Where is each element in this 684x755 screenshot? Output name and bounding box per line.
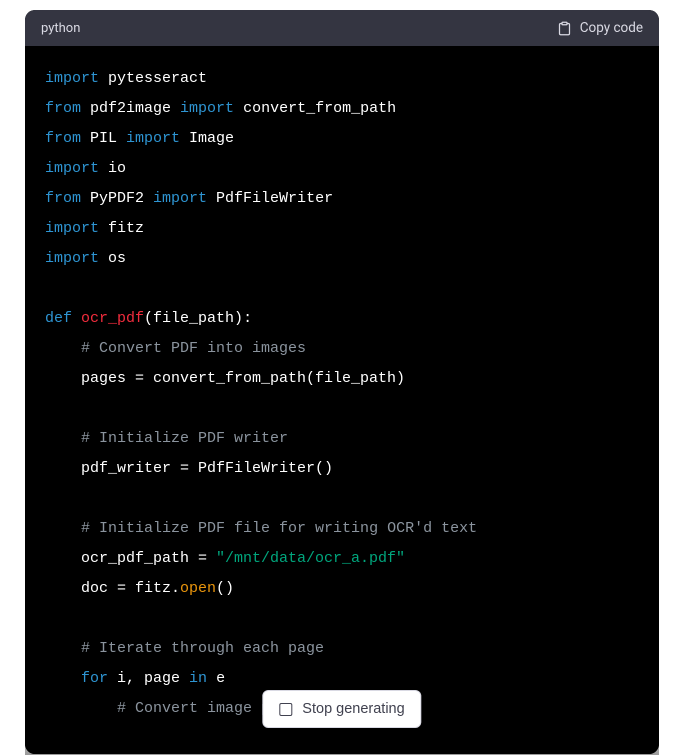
code-line: [45, 604, 639, 634]
code-header: python Copy code: [25, 10, 659, 46]
stop-icon: [279, 703, 292, 716]
code-line: [45, 274, 639, 304]
stop-generating-button[interactable]: Stop generating: [262, 690, 421, 728]
code-line: import pytesseract: [45, 64, 639, 94]
code-line: from pdf2image import convert_from_path: [45, 94, 639, 124]
code-line: # Initialize PDF file for writing OCR'd …: [45, 514, 639, 544]
code-line: pdf_writer = PdfFileWriter(): [45, 454, 639, 484]
code-line: # Initialize PDF writer: [45, 424, 639, 454]
code-line: import os: [45, 244, 639, 274]
code-line: ocr_pdf_path = "/mnt/data/ocr_a.pdf": [45, 544, 639, 574]
code-line: # Convert PDF into images: [45, 334, 639, 364]
code-line: from PIL import Image: [45, 124, 639, 154]
code-line: pages = convert_from_path(file_path): [45, 364, 639, 394]
code-line: from PyPDF2 import PdfFileWriter: [45, 184, 639, 214]
language-label: python: [41, 21, 80, 36]
code-line: [45, 394, 639, 424]
code-line: import io: [45, 154, 639, 184]
code-body[interactable]: import pytesseractfrom pdf2image import …: [25, 46, 659, 754]
stop-generating-label: Stop generating: [302, 701, 404, 717]
code-line: doc = fitz.open(): [45, 574, 639, 604]
clipboard-icon: [557, 21, 572, 36]
code-line: import fitz: [45, 214, 639, 244]
code-line: def ocr_pdf(file_path):: [45, 304, 639, 334]
code-line: [45, 484, 639, 514]
code-block: python Copy code import pytesseractfrom …: [25, 10, 659, 754]
copy-code-label: Copy code: [580, 20, 643, 36]
code-line: # Iterate through each page: [45, 634, 639, 664]
copy-code-button[interactable]: Copy code: [557, 20, 643, 36]
